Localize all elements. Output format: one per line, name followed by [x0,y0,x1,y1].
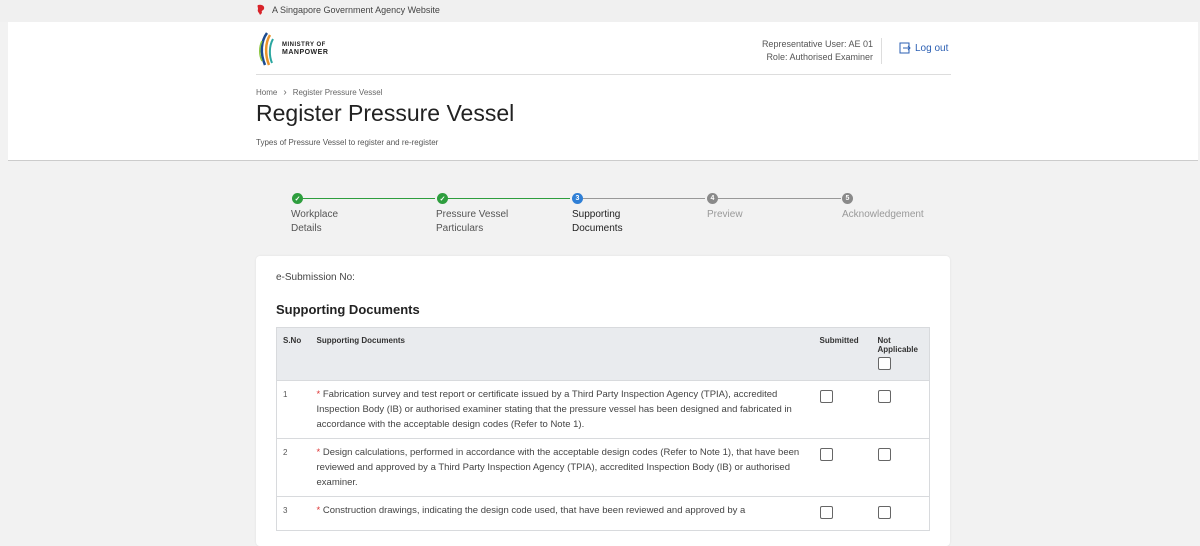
mom-logo-icon [259,32,274,66]
step-5-label: Acknowledgement [842,209,924,220]
step-connector [583,198,705,199]
gov-banner-text: A Singapore Government Agency Website [272,5,440,15]
documents-table: S.No Supporting Documents Submitted Not … [276,327,930,531]
breadcrumb-current: Register Pressure Vessel [292,88,383,97]
header-sno: S.No [276,327,311,381]
step-2-label: Pressure Vessel Particulars [436,209,509,234]
not-applicable-checkbox[interactable] [877,390,891,403]
select-all-na-checkbox[interactable] [877,357,891,370]
step-connector [303,198,435,199]
submitted-checkbox[interactable] [819,390,833,403]
step-2-check-icon: ✓ [437,193,448,204]
logo-line2: MANPOWER [282,49,329,56]
logout-button[interactable]: Log out [899,42,948,54]
table-row: 1 * Fabrication survey and test report o… [276,380,930,439]
logout-label: Log out [915,42,949,54]
table-header-row: S.No Supporting Documents Submitted Not … [276,327,930,381]
section-title: Supporting Documents [276,302,420,317]
site-header: MINISTRY OF MANPOWER Representative User… [8,22,1198,161]
not-applicable-checkbox[interactable] [877,506,891,519]
step-3-label: Supporting Documents [572,209,623,234]
step-5-indicator: 5 [842,193,853,204]
header-divider [256,74,951,75]
user-info: Representative User: AE 01 Role: Authori… [762,38,882,64]
header-documents: Supporting Documents [310,327,814,381]
row-document: * Construction drawings, indicating the … [310,496,814,531]
row-sno: 1 [276,380,311,439]
not-applicable-checkbox[interactable] [877,448,891,461]
row-document: * Fabrication survey and test report or … [310,380,814,439]
step-connector [718,198,841,199]
logout-icon [899,42,911,54]
logo-line1: MINISTRY OF [282,42,326,48]
step-4-label: Preview [707,209,743,220]
user-role: Role: Authorised Examiner [766,52,873,62]
page-title: Register Pressure Vessel [256,100,515,126]
mom-logo[interactable]: MINISTRY OF MANPOWER [256,31,328,67]
singapore-lion-icon [257,4,265,16]
step-3-indicator: 3 [572,193,583,204]
esubmission-label: e-Submission No: [276,272,355,283]
breadcrumb: Home › Register Pressure Vessel [256,87,383,98]
gov-banner: A Singapore Government Agency Website [0,0,1200,22]
submitted-checkbox[interactable] [819,448,833,461]
row-sno: 3 [276,496,311,531]
step-1-label: Workplace Details [291,209,339,234]
step-4-indicator: 4 [707,193,718,204]
progress-stepper: ✓ ✓ 3 4 5 Workplace Details Pressure Vess… [0,193,1200,243]
row-document: * Design calculations, performed in acco… [310,438,814,497]
row-sno: 2 [276,438,311,497]
header-submitted: Submitted [813,327,872,381]
step-1-check-icon: ✓ [292,193,303,204]
chevron-right-icon: › [283,87,287,98]
breadcrumb-home[interactable]: Home [256,88,277,97]
rep-user: Representative User: AE 01 [761,39,873,49]
submitted-checkbox[interactable] [819,506,833,519]
table-row: 2 * Design calculations, performed in ac… [276,438,930,497]
header-not-applicable: Not Applicable [871,327,930,381]
step-connector [448,198,570,199]
page-subtitle: Types of Pressure Vessel to register and… [256,138,439,147]
supporting-documents-card: e-Submission No: Supporting Documents S.… [256,256,950,546]
table-row: 3 * Construction drawings, indicating th… [276,496,930,531]
